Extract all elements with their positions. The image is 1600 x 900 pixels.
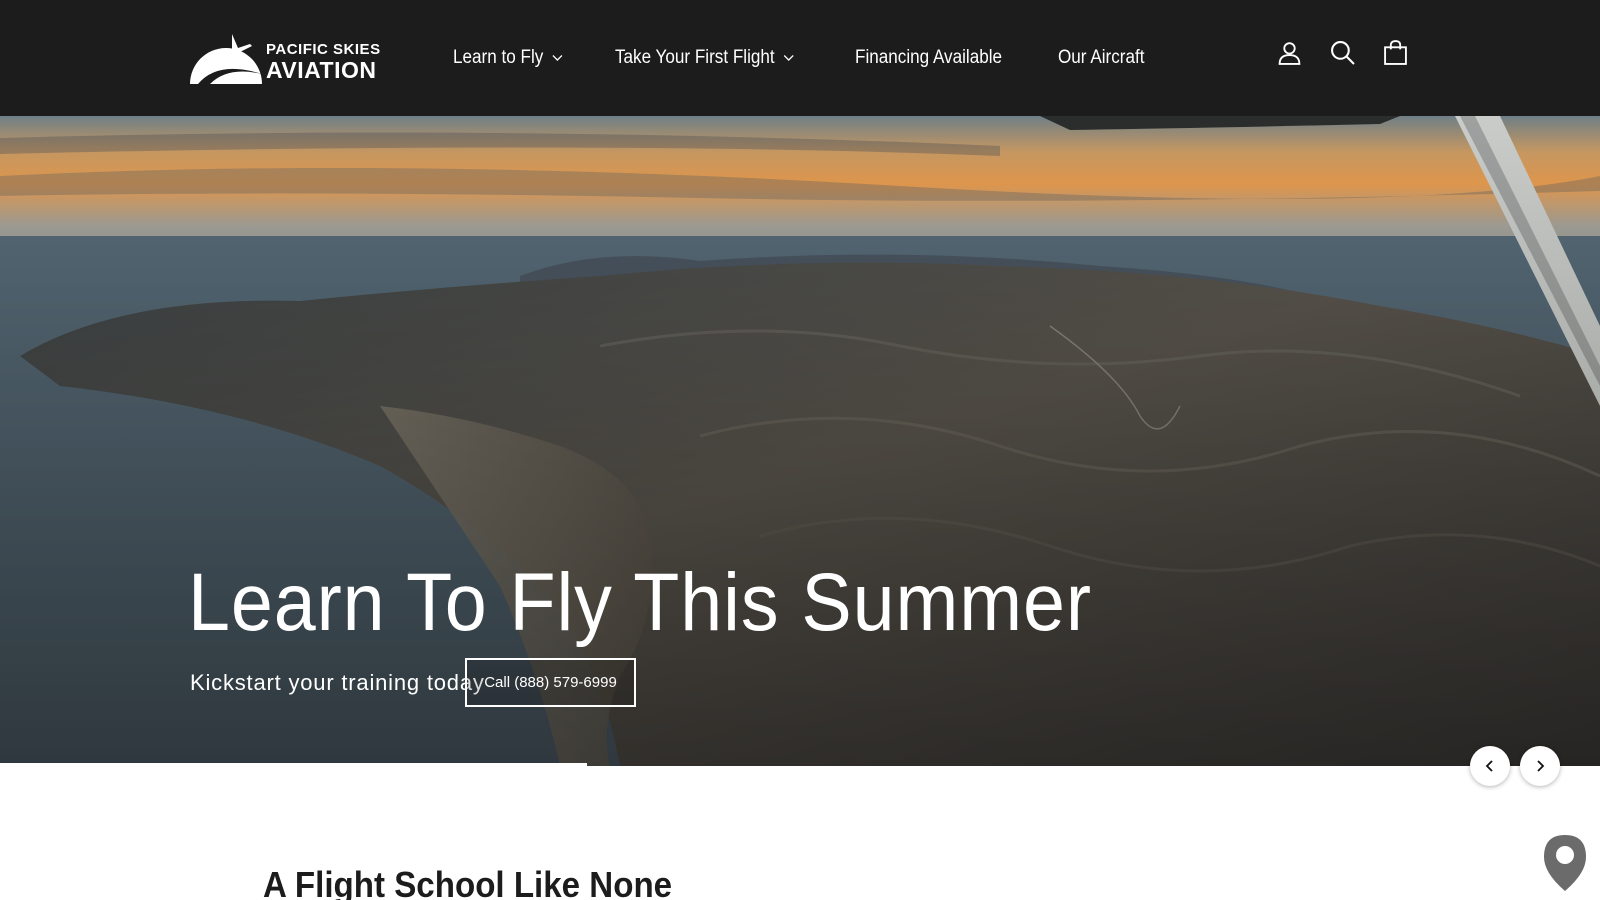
nav-learn-to-fly[interactable]: Learn to Fly (453, 47, 563, 69)
chevron-down-icon (552, 54, 563, 61)
call-phone-button[interactable]: Call (888) 579-6999 (465, 658, 636, 707)
logo-line-1: PACIFIC SKIES (266, 41, 381, 58)
slideshow-progress-bar (0, 763, 587, 766)
logo-line-2: AVIATION (266, 57, 377, 83)
logo-sunrise-plane-icon (190, 34, 262, 84)
site-header: PACIFIC SKIES AVIATION Learn to Fly Take… (0, 0, 1600, 116)
chevron-right-icon (1537, 760, 1545, 772)
intro-heading: A Flight School Like None (263, 864, 673, 900)
chevron-down-icon (784, 54, 795, 61)
header-actions (1277, 40, 1408, 65)
map-pin-icon[interactable] (1540, 833, 1590, 893)
search-icon[interactable] (1330, 40, 1355, 65)
nav-our-aircraft[interactable]: Our Aircraft (1058, 47, 1144, 69)
main-navigation: Learn to Fly Take Your First Flight Fina… (453, 0, 1194, 116)
nav-financing-available[interactable]: Financing Available (855, 47, 1002, 69)
nav-take-your-first-flight[interactable]: Take Your First Flight (615, 47, 795, 69)
hero-aerial-island-image (0, 116, 1600, 766)
account-icon[interactable] (1277, 40, 1302, 65)
nav-take-your-first-flight-label: Take Your First Flight (615, 47, 776, 68)
site-logo[interactable]: PACIFIC SKIES AVIATION (188, 30, 410, 86)
cart-icon[interactable] (1383, 40, 1408, 65)
nav-our-aircraft-label: Our Aircraft (1058, 47, 1145, 68)
nav-learn-to-fly-label: Learn to Fly (453, 47, 544, 68)
nav-financing-available-label: Financing Available (854, 47, 1002, 68)
chevron-left-icon (1485, 760, 1493, 772)
hero-title: Learn To Fly This Summer (188, 557, 1092, 648)
slideshow-prev-button[interactable] (1470, 746, 1510, 786)
hero-subtitle: Kickstart your training today (190, 670, 485, 695)
slideshow-next-button[interactable] (1520, 746, 1560, 786)
logo-wordmark: PACIFIC SKIES AVIATION (266, 42, 381, 82)
hero-slideshow: Learn To Fly This Summer Kickstart your … (0, 116, 1600, 766)
